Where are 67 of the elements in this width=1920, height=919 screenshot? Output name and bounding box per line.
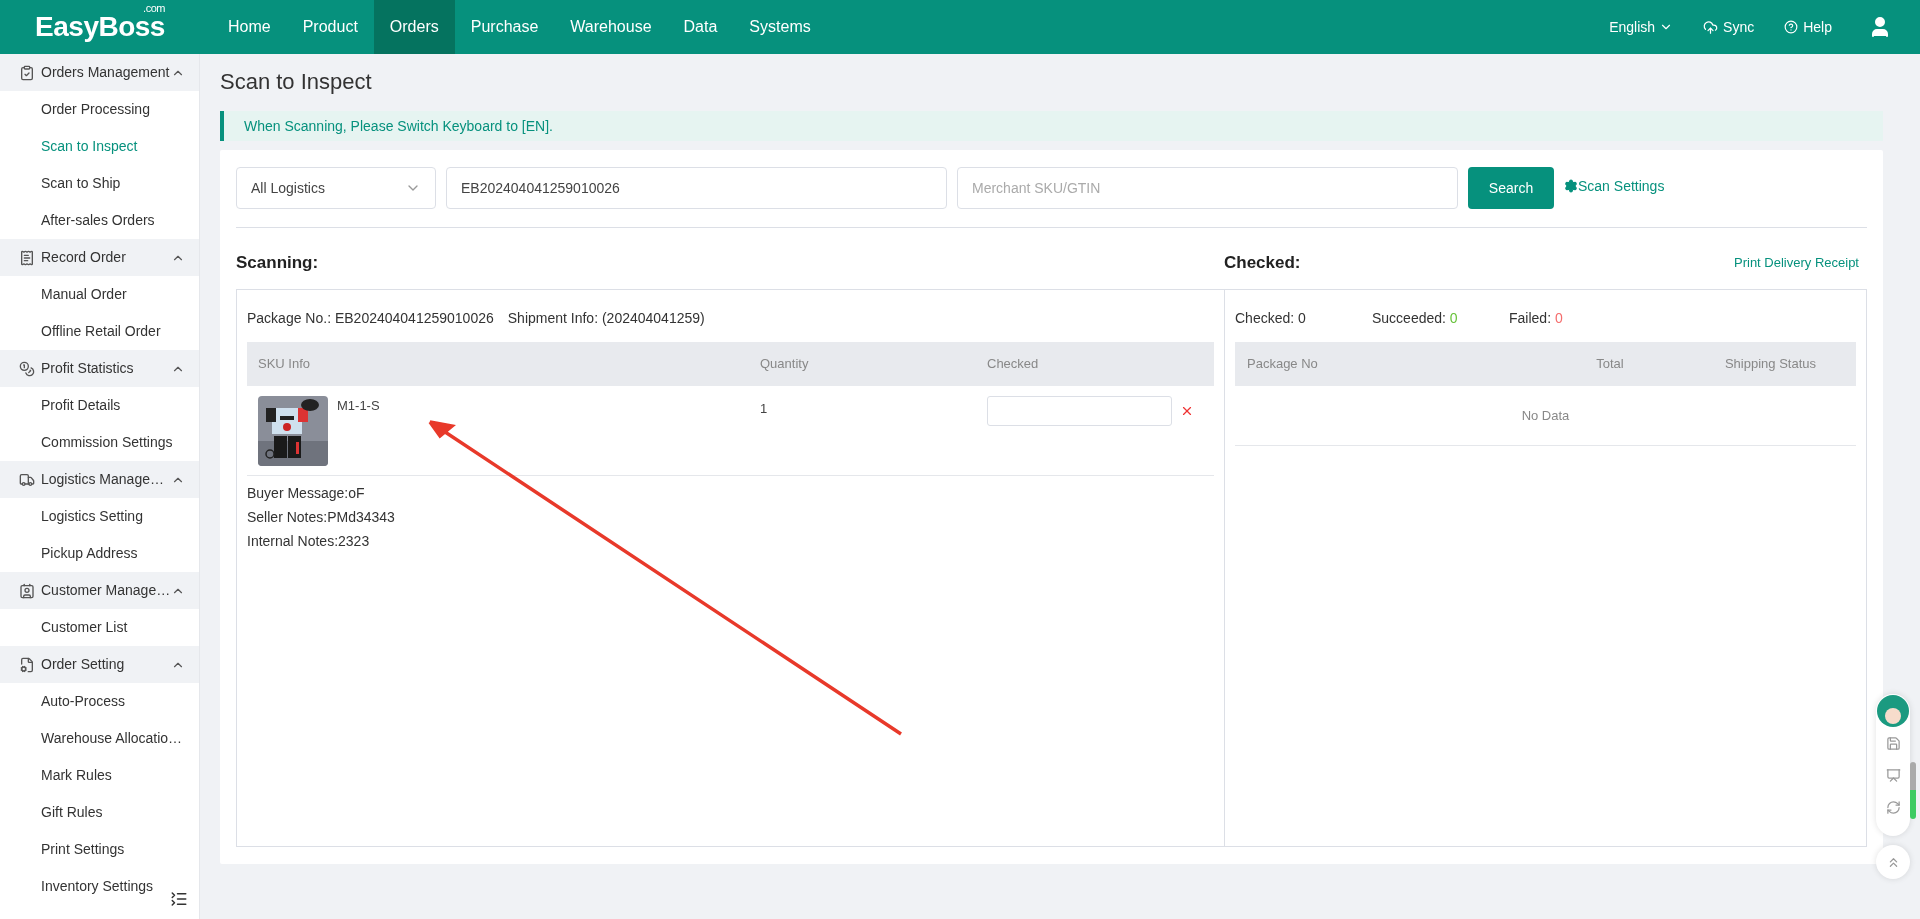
- nav-tab[interactable]: Home: [212, 0, 287, 54]
- nav-tab[interactable]: Systems: [733, 0, 827, 54]
- page-title: Scan to Inspect: [220, 68, 373, 96]
- section-heading: Checked:: [1224, 252, 1301, 275]
- sidebar-group-header[interactable]: Profit Statistics: [0, 350, 199, 387]
- scroll-indicator: [1910, 790, 1916, 819]
- sidebar-group-header[interactable]: Record Order: [0, 239, 199, 276]
- help-icon: [1784, 20, 1799, 34]
- language-selector[interactable]: English: [1609, 16, 1674, 38]
- quantity-value: 1: [760, 400, 769, 418]
- notice-bar: When Scanning, Please Switch Keyboard to [EN].: [220, 111, 1883, 141]
- logo[interactable]: EasyBoss .com: [0, 0, 200, 54]
- order-note: Internal Notes:2323: [247, 532, 371, 550]
- stat-value: 0: [1449, 310, 1458, 326]
- table-header: SKU Info Quantity Checked: [247, 342, 1214, 386]
- collapse-menu-icon[interactable]: [170, 890, 188, 908]
- stat-value: 0: [1554, 310, 1563, 326]
- logistics-select[interactable]: All Logistics: [236, 167, 436, 209]
- stat-label: Failed: 0: [1509, 309, 1564, 328]
- support-avatar[interactable]: [1877, 695, 1909, 727]
- group-title: Profit Statistics: [41, 359, 135, 378]
- nav-tab[interactable]: Purchase: [454, 0, 555, 54]
- nav-tab[interactable]: Warehouse: [554, 0, 668, 54]
- package-field[interactable]: EB202404041259010026: [446, 167, 947, 209]
- help-button[interactable]: Help: [1784, 16, 1832, 38]
- stat-value: 0: [1298, 310, 1306, 326]
- group-title: Orders Management: [41, 63, 171, 82]
- sidebar-group-header[interactable]: Customer Manage…: [0, 572, 199, 609]
- order-note: Buyer Message:oF: [247, 484, 366, 502]
- group-title: Order Setting: [41, 655, 126, 674]
- nav-tab[interactable]: Product: [286, 0, 374, 54]
- refresh-icon[interactable]: [1885, 800, 1901, 815]
- section-heading: Scanning:: [236, 253, 319, 273]
- checked-quantity-field[interactable]: [987, 396, 1172, 426]
- close-icon[interactable]: [1180, 404, 1194, 418]
- save-icon[interactable]: [1885, 736, 1901, 751]
- sku-code: M1-1-S: [337, 397, 380, 415]
- empty-text: No Data: [1521, 406, 1570, 425]
- group-title: Record Order: [41, 248, 127, 267]
- nav-tab[interactable]: Data: [667, 0, 734, 54]
- shipment-info: Shipment Info: (202404041259): [507, 309, 705, 328]
- group-icon: [19, 471, 35, 488]
- group-title: Customer Manage…: [41, 581, 171, 600]
- back-to-top-button[interactable]: [1876, 845, 1910, 879]
- cloud-upload-icon: [1703, 19, 1719, 35]
- group-icon: [19, 656, 35, 673]
- group-icon: [19, 249, 35, 266]
- stat-label: Checked: 0: [1235, 309, 1307, 328]
- sidebar-group-header[interactable]: Logistics Manage…: [0, 461, 199, 498]
- stat-label: Succeeded: 0: [1372, 309, 1459, 328]
- group-icon: [19, 582, 35, 599]
- search-button[interactable]: Search: [1468, 167, 1554, 209]
- scan-settings-link[interactable]: Scan Settings: [1564, 175, 1665, 197]
- order-note: Seller Notes:PMd34343: [247, 508, 396, 526]
- sku-field[interactable]: Merchant SKU/GTIN: [957, 167, 1458, 209]
- package-number: Package No.: EB202404041259010026: [247, 309, 494, 328]
- group-icon: [19, 64, 35, 81]
- table-header: Package No Total Shipping Status: [1235, 342, 1856, 386]
- sidebar-group-header[interactable]: Orders Management: [0, 54, 199, 91]
- sidebar-group-header[interactable]: Order Setting: [0, 646, 199, 683]
- nav-tab[interactable]: Orders: [373, 0, 455, 54]
- group-icon: [19, 360, 35, 377]
- board-icon[interactable]: [1885, 768, 1901, 783]
- print-receipt-link[interactable]: Print Delivery Receipt: [1734, 253, 1859, 273]
- sync-button[interactable]: Sync: [1703, 16, 1755, 38]
- group-title: Logistics Manage…: [41, 470, 165, 489]
- gear-icon: [1564, 179, 1578, 193]
